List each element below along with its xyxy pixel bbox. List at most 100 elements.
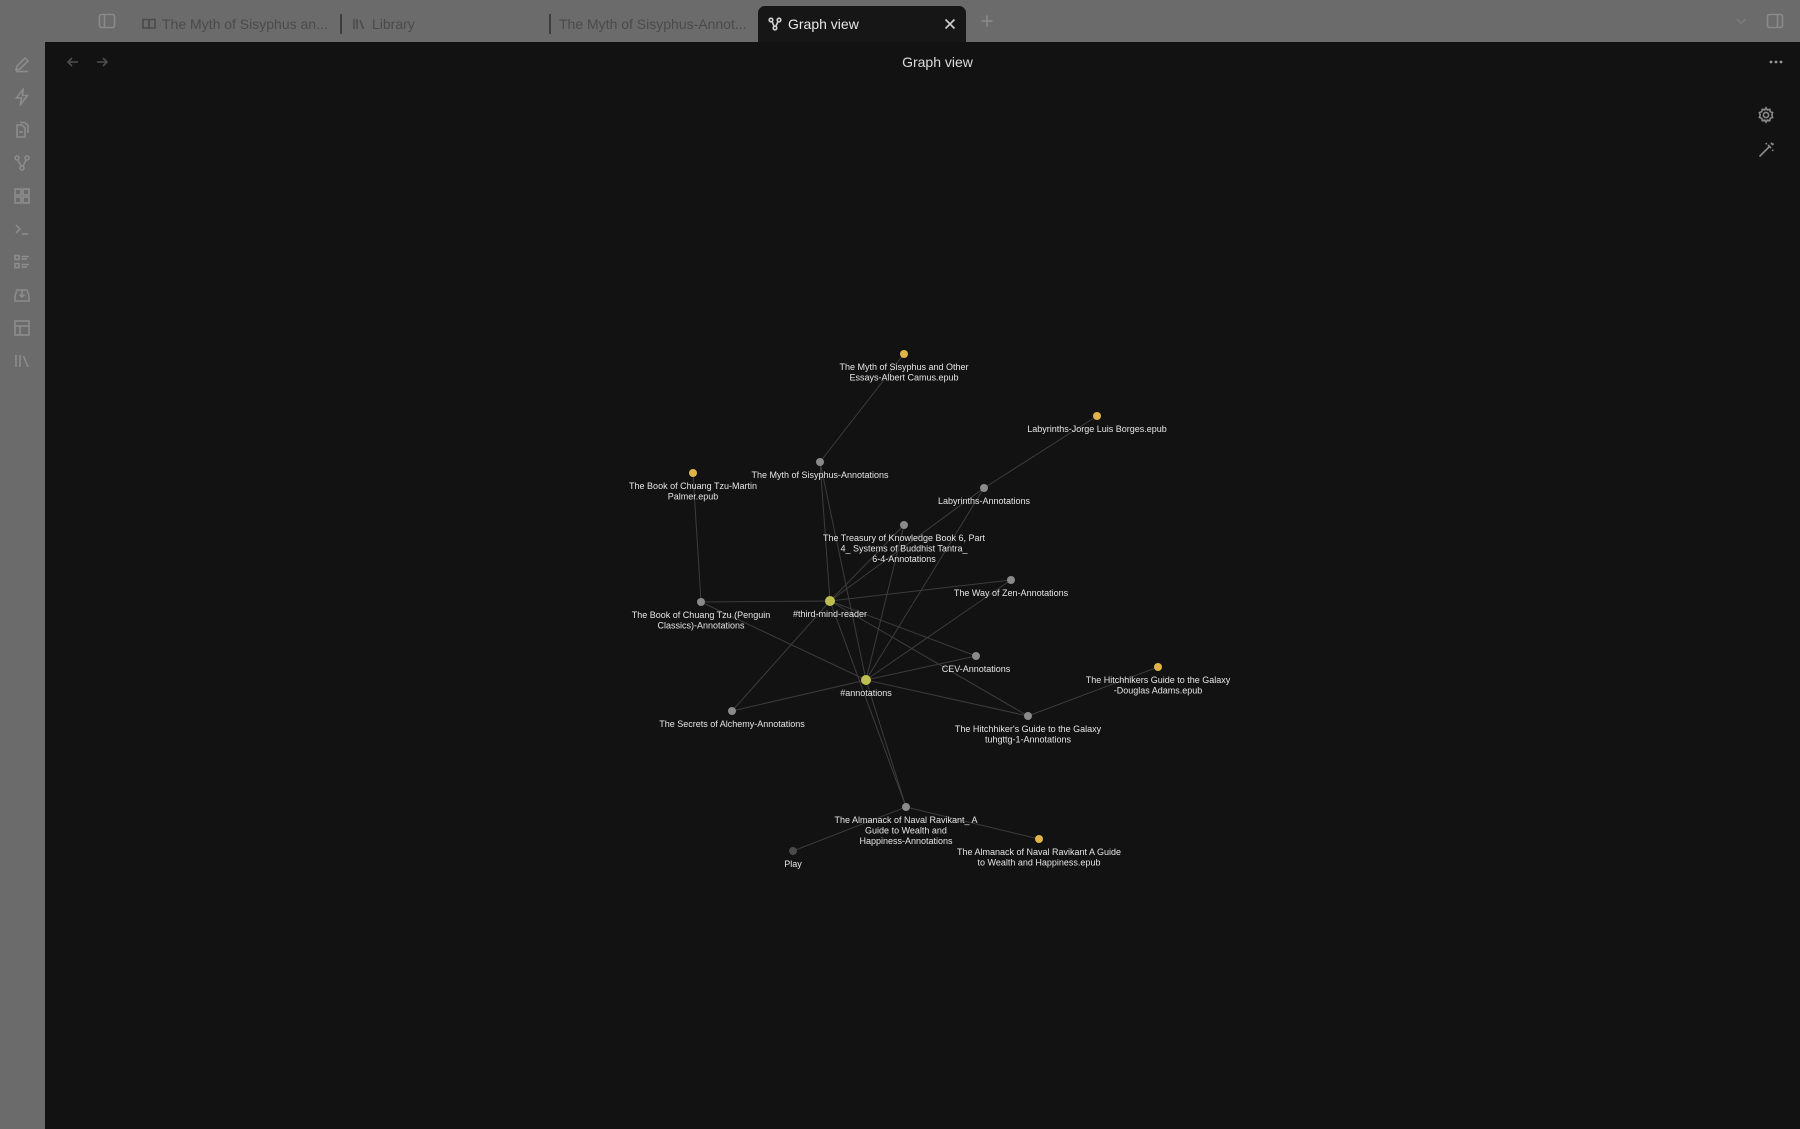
graph-node-dot[interactable]	[825, 596, 835, 606]
forward-arrow-icon[interactable]	[92, 52, 112, 72]
graph-node-dot[interactable]	[1154, 663, 1162, 671]
graph-node-naval-epub[interactable]: The Almanack of Naval Ravikant A Guide to…	[957, 835, 1121, 868]
graph-node-myth-epub[interactable]: The Myth of Sisyphus and Other Essays-Alb…	[839, 350, 969, 383]
graph-node-label-line: #third-mind-reader	[793, 609, 867, 619]
graph-node-hitch-epub[interactable]: The Hitchhikers Guide to the Galaxy -Doug…	[1086, 663, 1231, 696]
graph-node-label-line: Play	[784, 859, 802, 869]
graph-node-play[interactable]: Play	[784, 847, 802, 869]
graph-node-dot[interactable]	[816, 458, 824, 466]
graph-node-labyrinths-ann[interactable]: Labyrinths-Annotations	[938, 484, 1031, 506]
tab-label: The Myth of Sisyphus-Annot...	[559, 16, 747, 32]
graph-node-dot[interactable]	[902, 803, 910, 811]
graph-node-label-line: The Almanack of Naval Ravikant_ A	[834, 815, 977, 825]
graph-edge	[865, 679, 1029, 717]
graph-node-cev-ann[interactable]: CEV-Annotations	[942, 652, 1011, 674]
library-icon	[352, 17, 372, 31]
graph-node-label: The Book of Chuang Tzu-Martin Palmer.epub	[629, 481, 757, 502]
graph-node-hitch-ann[interactable]: The Hitchhiker's Guide to the Galaxy tuhg…	[955, 712, 1102, 745]
graph-node-label: The Almanack of Naval Ravikant A Guide to…	[957, 847, 1121, 868]
graph-icon[interactable]	[10, 151, 34, 175]
graph-node-label: Labyrinths-Jorge Luis Borges.epub	[1027, 424, 1167, 434]
graph-node-dot[interactable]	[900, 350, 908, 358]
gear-icon[interactable]	[1755, 104, 1777, 126]
graph-node-zen-ann[interactable]: The Way of Zen-Annotations	[954, 576, 1069, 598]
graph-node-label-line: The Almanack of Naval Ravikant A Guide	[957, 847, 1121, 857]
graph-canvas[interactable]: The Myth of Sisyphus and Other Essays-Alb…	[45, 42, 1800, 1129]
graph-node-label: CEV-Annotations	[942, 664, 1011, 674]
tab-myth-epub[interactable]: The Myth of Sisyphus an...	[136, 6, 336, 42]
graph-node-dot[interactable]	[861, 675, 871, 685]
graph-edge	[865, 487, 985, 681]
graph-node-label-line: The Treasury of Knowledge Book 6, Part	[823, 533, 986, 543]
graph-node-alchemy-ann[interactable]: The Secrets of Alchemy-Annotations	[659, 707, 805, 729]
close-icon[interactable]	[942, 16, 958, 32]
lightning-icon[interactable]	[10, 85, 34, 109]
file-transfer-icon[interactable]	[10, 118, 34, 142]
download-box-icon[interactable]	[10, 283, 34, 307]
graph-node-label-line: The Way of Zen-Annotations	[954, 588, 1069, 598]
graph-edge	[700, 600, 831, 603]
checklist-icon[interactable]	[10, 250, 34, 274]
graph-node-label: The Almanack of Naval Ravikant_ A Guide t…	[834, 815, 977, 846]
terminal-icon[interactable]	[10, 217, 34, 241]
left-ribbon	[0, 42, 45, 1129]
graph-node-dot[interactable]	[1035, 835, 1043, 843]
left-sidebar-toggle-icon[interactable]	[96, 10, 118, 32]
book-open-icon	[142, 17, 162, 31]
graph-node-naval-ann[interactable]: The Almanack of Naval Ravikant_ A Guide t…	[834, 803, 978, 846]
graph-node-dot[interactable]	[980, 484, 988, 492]
graph-node-label: #third-mind-reader	[793, 609, 867, 619]
graph-node-label: #annotations	[840, 688, 892, 698]
back-arrow-icon[interactable]	[63, 52, 83, 72]
tab-label: The Myth of Sisyphus an...	[162, 16, 328, 32]
graph-node-labyrinths-epub[interactable]: Labyrinths-Jorge Luis Borges.epub	[1027, 412, 1167, 434]
graph-node-label-line: The Book of Chuang Tzu-Martin	[629, 481, 757, 491]
tab-separator	[549, 14, 551, 34]
graph-node-dot[interactable]	[697, 598, 705, 606]
graph-node-label-line: Palmer.epub	[668, 492, 719, 502]
graph-node-label-line: CEV-Annotations	[942, 664, 1011, 674]
graph-node-dot[interactable]	[689, 469, 697, 477]
magic-wand-icon[interactable]	[1755, 139, 1777, 161]
graph-view-pane[interactable]: The Myth of Sisyphus and Other Essays-Alb…	[45, 42, 1800, 1129]
graph-node-tmr[interactable]: #third-mind-reader	[793, 596, 867, 619]
library-icon[interactable]	[10, 349, 34, 373]
graph-node-label: The Myth of Sisyphus and Other Essays-Alb…	[839, 362, 968, 383]
graph-node-label: The Secrets of Alchemy-Annotations	[659, 719, 805, 729]
dashboard-icon[interactable]	[10, 184, 34, 208]
graph-node-label-line: Labyrinths-Jorge Luis Borges.epub	[1027, 424, 1167, 434]
new-tab-plus-icon[interactable]	[978, 11, 996, 31]
graph-node-chuang-ann[interactable]: The Book of Chuang Tzu (Penguin Classics)…	[632, 598, 770, 631]
table-layout-icon[interactable]	[10, 316, 34, 340]
pencil-icon[interactable]	[10, 52, 34, 76]
graph-node-label-line: The Hitchhikers Guide to the Galaxy	[1086, 675, 1231, 685]
graph-node-label-line: 4_ Systems of Buddhist Tantra_	[841, 544, 969, 554]
graph-edge	[829, 600, 907, 808]
graph-node-treasury-ann[interactable]: The Treasury of Knowledge Book 6, Part 4_…	[823, 521, 986, 564]
chevron-down-icon[interactable]	[1732, 12, 1750, 30]
graph-node-dot[interactable]	[972, 652, 980, 660]
tab-library[interactable]: Library	[346, 6, 546, 42]
tab-label: Library	[372, 16, 415, 32]
graph-node-annotations[interactable]: #annotations	[840, 675, 892, 698]
tab-graph-view[interactable]: Graph view	[758, 6, 966, 42]
graph-node-label-line: The Hitchhiker's Guide to the Galaxy	[955, 724, 1102, 734]
graph-node-label-line: Happiness-Annotations	[859, 836, 953, 846]
tab-label: Graph view	[788, 16, 859, 32]
graph-node-label-line: 6-4-Annotations	[872, 554, 936, 564]
right-sidebar-toggle-icon[interactable]	[1764, 10, 1786, 32]
graph-node-chuang-epub[interactable]: The Book of Chuang Tzu-Martin Palmer.epub	[629, 469, 757, 502]
graph-node-label-line: tuhgttg-1-Annotations	[985, 735, 1072, 745]
more-options-icon[interactable]	[1765, 52, 1787, 72]
graph-node-dot[interactable]	[728, 707, 736, 715]
graph-node-dot[interactable]	[1024, 712, 1032, 720]
graph-node-label-line: The Secrets of Alchemy-Annotations	[659, 719, 805, 729]
graph-node-label: Labyrinths-Annotations	[938, 496, 1031, 506]
graph-node-label-line: The Book of Chuang Tzu (Penguin	[632, 610, 770, 620]
graph-edge	[819, 461, 831, 602]
graph-node-dot[interactable]	[1093, 412, 1101, 420]
graph-node-dot[interactable]	[1007, 576, 1015, 584]
tab-myth-annotations[interactable]: The Myth of Sisyphus-Annot...	[553, 6, 753, 42]
graph-node-dot[interactable]	[789, 847, 797, 855]
graph-node-dot[interactable]	[900, 521, 908, 529]
